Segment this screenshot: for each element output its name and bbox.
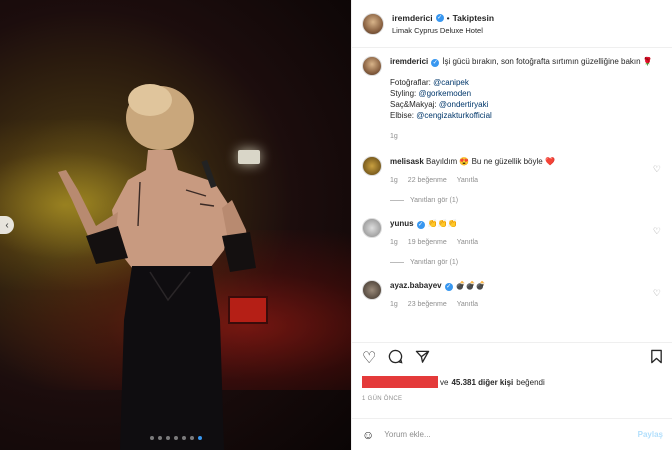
comment-icon[interactable] [388, 349, 403, 368]
commenter-username[interactable]: melisask [390, 157, 424, 166]
likes-count[interactable]: 45.381 diğer kişi [451, 378, 513, 387]
post-timestamp: 1 GÜN ÖNCE [362, 396, 403, 402]
header-separator: • [446, 12, 450, 23]
view-replies-label: Yanıtları gör (1) [410, 197, 459, 204]
caption-username[interactable]: iremderici [390, 57, 428, 66]
credit-label: Elbise: [390, 111, 415, 120]
caption-time: 1g [390, 133, 398, 140]
view-replies-label: Yanıtları gör (1) [410, 259, 459, 266]
post-header: iremderici ✓ • Takiptesin Limak Cyprus D… [352, 0, 672, 48]
carousel-dot [149, 436, 154, 440]
author-avatar[interactable] [362, 12, 384, 35]
comment-item: yunus ✓ 👏👏👏 1g 19 beğenme Yanıtla ♡ [362, 218, 663, 248]
reply-button[interactable]: Yanıtla [457, 237, 478, 248]
credit-mention[interactable]: @gorkemoden [418, 89, 471, 98]
commenter-username[interactable]: yunus [390, 219, 414, 228]
comment-like-heart-icon[interactable]: ♡ [653, 226, 661, 237]
credit-mention[interactable]: @canipek [433, 78, 469, 87]
comment-item: melisask Bayıldım 😍 Bu ne güzellik böyle… [362, 156, 663, 186]
carousel-dot-active [197, 436, 202, 440]
likes-suffix: beğendi [516, 377, 545, 387]
comment-text: 👏👏👏 [427, 219, 458, 228]
performer-figure [58, 84, 256, 450]
comments-section: iremderici ✓ İşi gücü bırakın, son fotoğra… [352, 48, 672, 342]
add-comment-bar: ☺ Paylaş [352, 418, 672, 450]
post-photo[interactable]: ‹ [0, 0, 351, 450]
credit-label: Styling: [390, 89, 417, 98]
post-actions-bar: ♡ [352, 342, 672, 374]
comment-text: Bayıldım 😍 Bu ne güzellik böyle ❤️ [426, 157, 555, 166]
carousel-dot [157, 436, 162, 440]
post-caption: iremderici ✓ İşi gücü bırakın, son fotoğra… [362, 56, 663, 142]
following-button[interactable]: Takiptesin [453, 13, 494, 23]
verified-badge-icon: ✓ [444, 283, 453, 291]
heart-icon[interactable]: ♡ [362, 350, 376, 367]
comment-item: ayaz.babayev ✓ 💣💣💣 1g 23 beğenme Yanıtla ♡ [362, 280, 663, 310]
commenter-username[interactable]: ayaz.babayev [390, 281, 442, 290]
comment-like-heart-icon[interactable]: ♡ [653, 288, 661, 299]
chevron-left-icon: ‹ [5, 219, 9, 231]
comment-time: 1g [390, 239, 398, 246]
instagram-post: ‹ iremderici ✓ • Takiptesin Limak Cyprus… [0, 0, 672, 450]
author-username[interactable]: iremderici [392, 13, 433, 23]
verified-badge-icon: ✓ [416, 221, 425, 229]
likes-summary[interactable]: ve 45.381 diğer kişi beğendi [362, 376, 545, 388]
carousel-dot [189, 436, 194, 440]
caption-text: İşi gücü bırakın, son fotoğrafta sırtımı… [442, 57, 653, 66]
comment-text: 💣💣💣 [455, 281, 486, 290]
comment-time: 1g [390, 301, 398, 308]
credit-mention[interactable]: @cengizakturkofficial [416, 111, 492, 120]
carousel-dot [165, 436, 170, 440]
comment-time: 1g [390, 177, 398, 184]
comment-likes-count[interactable]: 22 beğenme [408, 175, 447, 186]
comment-like-heart-icon[interactable]: ♡ [653, 164, 661, 175]
reply-button[interactable]: Yanıtla [457, 299, 478, 310]
view-replies-button[interactable]: Yanıtları gör (1) [390, 197, 663, 204]
carousel-dots [0, 436, 351, 440]
carousel-dot [173, 436, 178, 440]
likes-prefix: ve [440, 377, 449, 387]
commenter-avatar[interactable] [362, 218, 382, 238]
credit-line: Styling: @gorkemoden [390, 88, 653, 99]
redaction-bar [362, 376, 438, 388]
credit-label: Fotoğraflar: [390, 78, 431, 87]
credit-label: Saç&Makyaj: [390, 100, 437, 109]
comment-likes-count[interactable]: 19 beğenme [408, 237, 447, 248]
location-link[interactable]: Limak Cyprus Deluxe Hotel [392, 26, 494, 35]
credit-mention[interactable]: @ondertiryaki [439, 100, 488, 109]
credit-line: Fotoğraflar: @canipek [390, 77, 653, 88]
comment-likes-count[interactable]: 23 beğenme [408, 299, 447, 310]
commenter-avatar[interactable] [362, 156, 382, 176]
comment-input[interactable] [384, 430, 605, 439]
view-replies-button[interactable]: Yanıtları gör (1) [390, 259, 663, 266]
verified-badge-icon: ✓ [435, 13, 444, 22]
post-comment-button[interactable]: Paylaş [638, 430, 663, 439]
post-sidebar: iremderici ✓ • Takiptesin Limak Cyprus D… [351, 0, 672, 450]
commenter-avatar[interactable] [362, 280, 382, 300]
verified-badge-icon: ✓ [431, 59, 440, 67]
emoji-icon[interactable]: ☺ [362, 428, 374, 442]
reply-button[interactable]: Yanıtla [457, 175, 478, 186]
carousel-dot [181, 436, 186, 440]
bookmark-icon[interactable] [650, 349, 663, 368]
caption-author-avatar[interactable] [362, 56, 382, 76]
share-icon[interactable] [415, 349, 430, 368]
credit-line: Elbise: @cengizakturkofficial [390, 110, 653, 121]
credit-line: Saç&Makyaj: @ondertiryaki [390, 99, 653, 110]
